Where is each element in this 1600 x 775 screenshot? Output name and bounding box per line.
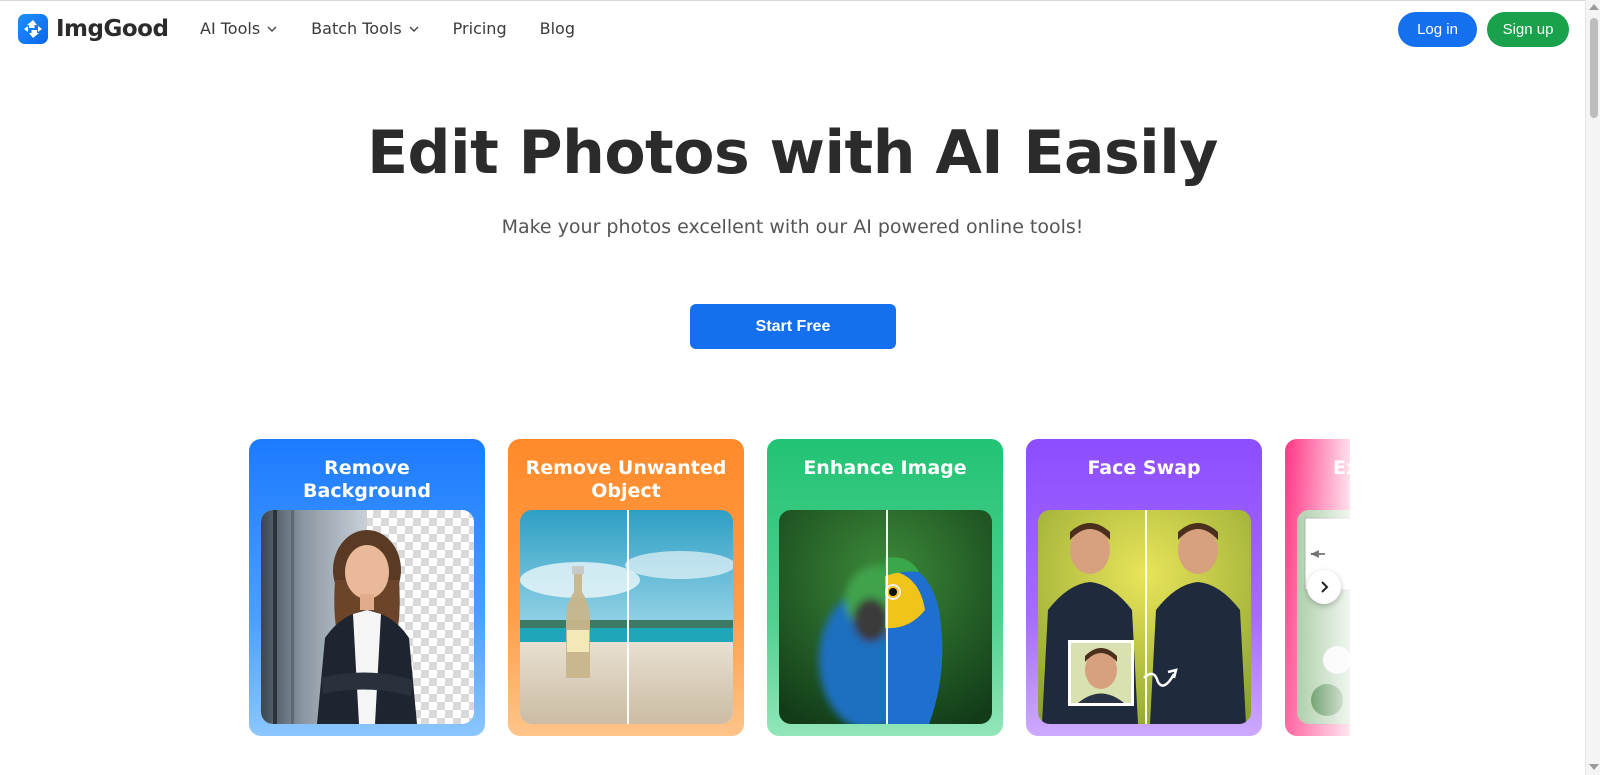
tool-card-title: Enhance Image — [803, 457, 967, 479]
tool-card-face-swap[interactable]: Face Swap — [1026, 439, 1262, 736]
before-after-divider — [626, 510, 629, 724]
brand-name: ImgGood — [56, 16, 169, 42]
nav-ai-tools[interactable]: AI Tools — [200, 19, 278, 38]
tool-card-remove-background[interactable]: Remove Background — [249, 439, 485, 736]
parrot-image — [779, 510, 992, 724]
chevron-down-icon — [267, 26, 277, 32]
hero-subtitle: Make your photos excellent with our AI p… — [501, 216, 1084, 238]
nav-ai-tools-label: AI Tools — [200, 19, 261, 38]
chevron-right-icon — [1321, 581, 1329, 593]
scroll-down-arrow-icon[interactable] — [1589, 764, 1599, 770]
main-nav: AI Tools Batch Tools Pricing Blog — [200, 19, 575, 38]
nav-batch-tools[interactable]: Batch Tools — [311, 19, 420, 38]
scroll-thumb[interactable] — [1590, 18, 1598, 118]
before-after-divider — [1144, 510, 1147, 724]
woman-portrait-image — [261, 510, 474, 724]
tools-carousel: Remove Background Remove Unwanted Object… — [249, 439, 1350, 737]
start-free-button[interactable]: Start Free — [690, 304, 896, 349]
carousel-next-button[interactable] — [1307, 570, 1341, 604]
nav-pricing-label: Pricing — [452, 19, 507, 38]
nav-pricing[interactable]: Pricing — [453, 19, 507, 38]
flowers-image — [1297, 510, 1350, 724]
tool-card-enhance-image[interactable]: Enhance Image — [767, 439, 1003, 736]
tool-card-title: Face Swap — [1087, 457, 1201, 479]
nav-batch-tools-label: Batch Tools — [311, 19, 402, 38]
hero-title: Edit Photos with AI Easily — [367, 118, 1218, 188]
brand-logo[interactable]: ImgGood — [18, 14, 169, 44]
login-button[interactable]: Log in — [1398, 12, 1477, 47]
tool-card-title: Remove Background — [303, 457, 431, 502]
logo-icon — [18, 14, 48, 44]
tool-card-title: Ex — [1333, 457, 1350, 479]
nav-blog[interactable]: Blog — [540, 19, 575, 38]
scroll-up-arrow-icon[interactable] — [1589, 4, 1599, 10]
beach-bottle-image — [520, 510, 733, 724]
site-header: ImgGood AI Tools Batch Tools Pricing Blo… — [0, 1, 1585, 57]
tool-card-remove-unwanted-object[interactable]: Remove Unwanted Object — [508, 439, 744, 736]
before-after-divider — [885, 510, 888, 724]
man-hoodie-image — [1038, 510, 1251, 724]
nav-blog-label: Blog — [539, 19, 575, 38]
page-scrollbar[interactable] — [1585, 0, 1600, 775]
signup-button[interactable]: Sign up — [1487, 12, 1569, 47]
chevron-down-icon — [409, 26, 419, 32]
tool-card-title: Remove Unwanted Object — [525, 457, 727, 502]
